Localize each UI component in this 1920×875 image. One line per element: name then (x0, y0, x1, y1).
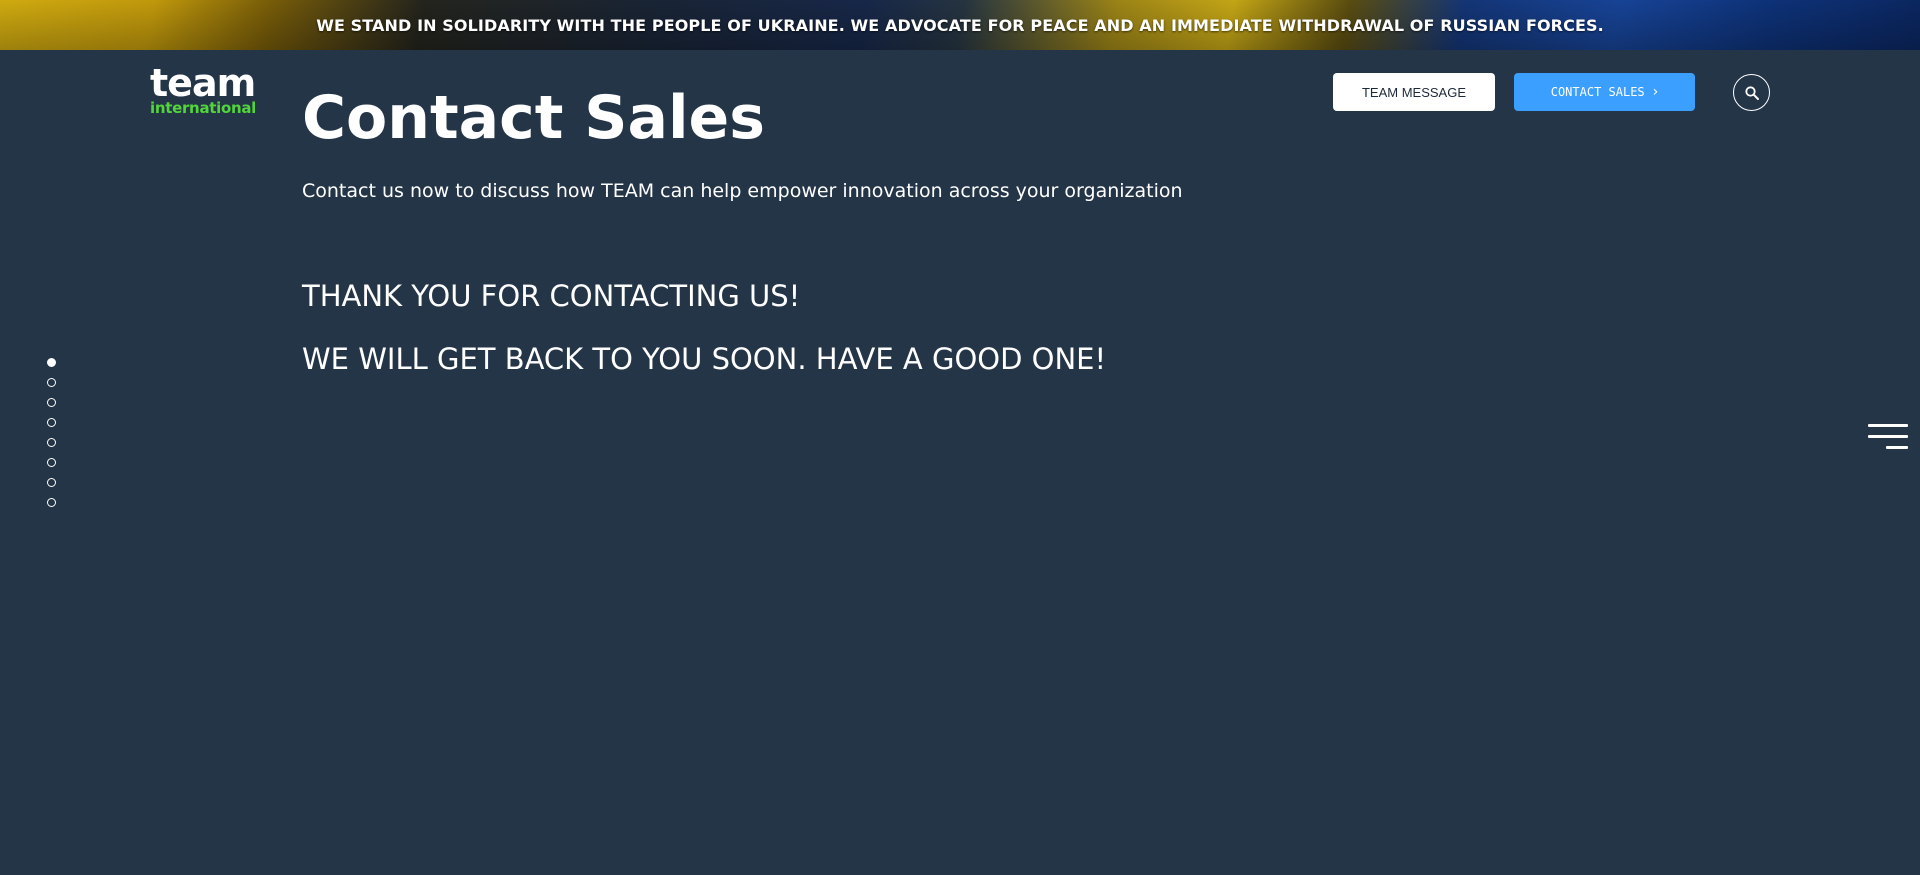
pagination-dot[interactable] (47, 478, 56, 487)
thank-you-message: THANK YOU FOR CONTACTING US! (302, 279, 801, 313)
menu-line (1886, 446, 1908, 449)
hamburger-menu-icon[interactable] (1866, 424, 1908, 452)
page-title: Contact Sales (302, 83, 765, 153)
pagination-dot[interactable] (47, 438, 56, 447)
logo-wordmark-international: international (150, 99, 257, 117)
solidarity-banner[interactable]: WE STAND IN SOLIDARITY WITH THE PEOPLE O… (0, 0, 1920, 50)
pagination-dot[interactable] (47, 358, 56, 367)
search-icon (1744, 85, 1759, 100)
banner-text: WE STAND IN SOLIDARITY WITH THE PEOPLE O… (316, 15, 1604, 35)
contact-sales-button[interactable]: CONTACT SALES › (1514, 73, 1695, 111)
team-message-button[interactable]: TEAM MESSAGE (1333, 73, 1495, 111)
pagination-dot[interactable] (47, 398, 56, 407)
menu-line (1868, 424, 1908, 427)
search-button[interactable] (1733, 74, 1770, 111)
follow-up-message: WE WILL GET BACK TO YOU SOON. HAVE A GOO… (302, 342, 1107, 376)
team-international-logo[interactable]: team international (150, 61, 270, 120)
logo-wordmark-team: team (150, 61, 256, 105)
pagination-dot[interactable] (47, 458, 56, 467)
section-pagination (47, 358, 57, 518)
page-subtitle: Contact us now to discuss how TEAM can h… (302, 180, 1183, 202)
pagination-dot[interactable] (47, 418, 56, 427)
page: WE STAND IN SOLIDARITY WITH THE PEOPLE O… (0, 0, 1920, 875)
chevron-right-icon: › (1652, 84, 1659, 100)
contact-sales-label: CONTACT SALES (1550, 85, 1645, 99)
menu-line (1868, 435, 1908, 438)
pagination-dot[interactable] (47, 498, 56, 507)
pagination-dot[interactable] (47, 378, 56, 387)
